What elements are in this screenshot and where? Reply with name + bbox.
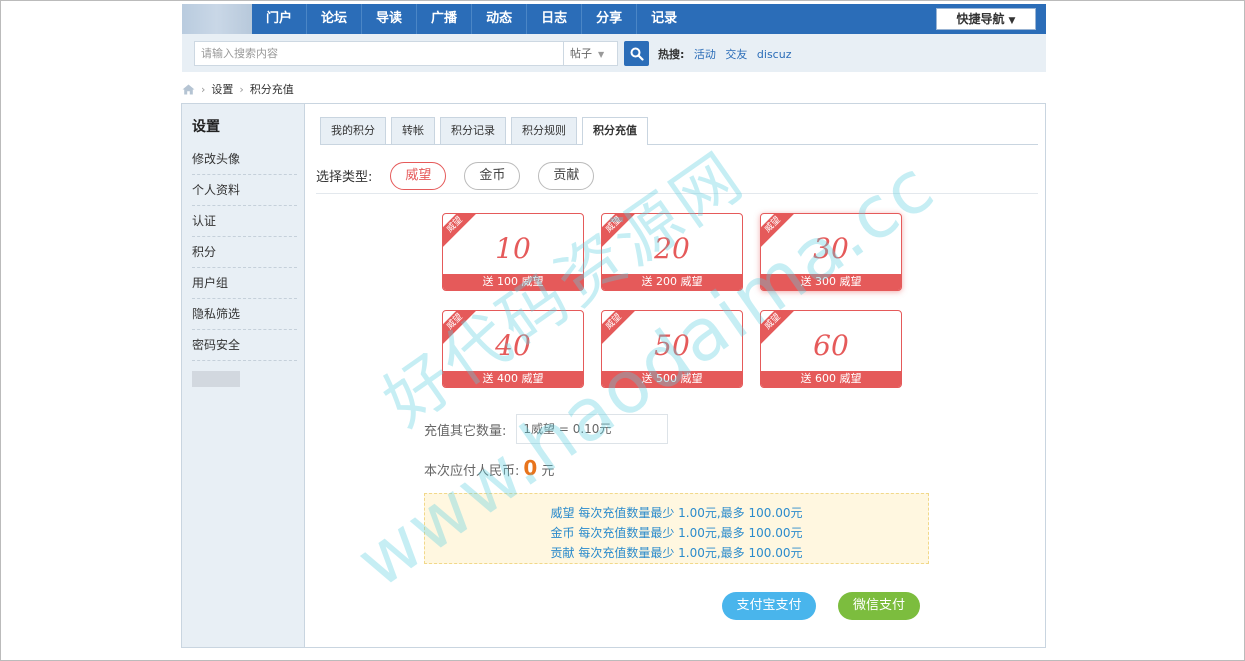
recharge-card[interactable]: 威望 30 送 300 威望	[760, 213, 902, 291]
sidebar-item-avatar[interactable]: 修改头像	[192, 144, 297, 175]
type-selector: 选择类型: 威望 金币 贡献	[316, 158, 1038, 194]
quick-nav-label: 快捷导航	[956, 12, 1005, 26]
card-bonus: 送 600 威望	[761, 371, 901, 387]
sidebar-item-usergroup[interactable]: 用户组	[192, 268, 297, 299]
hot-keyword[interactable]: 活动	[694, 48, 716, 61]
sidebar-item-blurred[interactable]	[192, 371, 240, 387]
sidebar-title: 设置	[192, 119, 220, 135]
breadcrumb-item-recharge: 积分充值	[249, 83, 294, 96]
type-label: 选择类型:	[316, 170, 373, 185]
recharge-card[interactable]: 威望 60 送 600 威望	[760, 310, 902, 388]
nav-item-feed[interactable]: 动态	[472, 4, 528, 34]
home-icon[interactable]	[182, 84, 195, 95]
card-amount: 10	[495, 232, 531, 265]
limit-notice: 威望 每次充值数量最少 1.00元,最多 100.00元 金币 每次充值数量最少…	[424, 493, 929, 564]
card-bonus: 送 200 威望	[602, 274, 742, 290]
recharge-card[interactable]: 威望 20 送 200 威望	[601, 213, 743, 291]
nav-item-broadcast[interactable]: 广播	[417, 4, 473, 34]
breadcrumb-item-settings[interactable]: 设置	[211, 81, 233, 97]
notice-line: 贡献 每次充值数量最少 1.00元,最多 100.00元	[550, 546, 803, 560]
tab-recharge[interactable]: 积分充值	[582, 117, 648, 145]
card-bonus: 送 500 威望	[602, 371, 742, 387]
quick-nav-button[interactable]: 快捷导航 ▼	[936, 8, 1036, 30]
hot-keyword[interactable]: 交友	[725, 48, 747, 61]
nav-item-forum[interactable]: 论坛	[307, 4, 363, 34]
notice-line: 威望 每次充值数量最少 1.00元,最多 100.00元	[550, 506, 803, 520]
card-amount: 20	[654, 232, 690, 265]
sidebar-item-password[interactable]: 密码安全	[192, 330, 297, 361]
payable-label: 本次应付人民币:	[424, 464, 520, 479]
payable-row: 本次应付人民币: 0 元	[424, 456, 554, 480]
main-panel: 设置 修改头像 个人资料 认证 积分 用户组 隐私筛选 密码安全 我的积分 转帐…	[181, 103, 1046, 648]
card-bonus: 送 300 威望	[761, 274, 901, 290]
caret-down-icon: ▼	[1008, 16, 1016, 26]
card-bonus: 送 100 威望	[443, 274, 583, 290]
sidebar-item-credits[interactable]: 积分	[192, 237, 297, 268]
recharge-card[interactable]: 威望 10 送 100 威望	[442, 213, 584, 291]
sidebar-item-privacy[interactable]: 隐私筛选	[192, 299, 297, 330]
tab-credit-rules[interactable]: 积分规则	[511, 117, 577, 144]
nav-item-record[interactable]: 记录	[637, 4, 691, 34]
nav-menu: 门户 论坛 导读 广播 动态 日志 分享 记录	[252, 4, 691, 34]
caret-down-icon: ▼	[598, 50, 605, 59]
notice-line: 金币 每次充值数量最少 1.00元,最多 100.00元	[550, 526, 803, 540]
nav-item-share[interactable]: 分享	[582, 4, 638, 34]
tab-my-credits[interactable]: 我的积分	[320, 117, 386, 144]
tab-bar: 我的积分 转帐 积分记录 积分规则 积分充值	[320, 117, 1038, 145]
recharge-card[interactable]: 威望 40 送 400 威望	[442, 310, 584, 388]
settings-sidebar: 设置 修改头像 个人资料 认证 积分 用户组 隐私筛选 密码安全	[182, 104, 305, 647]
tab-credit-log[interactable]: 积分记录	[440, 117, 506, 144]
nav-item-portal[interactable]: 门户	[252, 4, 308, 34]
card-amount: 60	[813, 329, 849, 362]
search-type-select[interactable]: 帖子 ▼	[564, 41, 618, 66]
sidebar-item-profile[interactable]: 个人资料	[192, 175, 297, 206]
card-amount: 50	[654, 329, 690, 362]
hot-search: 热搜: 活动 交友 discuz	[658, 46, 791, 62]
chevron-right-icon: ›	[201, 82, 206, 96]
type-option-prestige[interactable]: 威望	[390, 161, 447, 190]
sidebar-item-verify[interactable]: 认证	[192, 206, 297, 237]
search-button[interactable]	[624, 41, 649, 66]
nav-item-blog[interactable]: 日志	[527, 4, 583, 34]
payable-amount: 0	[523, 456, 538, 480]
search-icon	[630, 47, 644, 61]
chevron-right-icon: ›	[239, 82, 244, 96]
other-amount-row: 充值其它数量: 1威望 = 0.10元	[424, 414, 669, 444]
recharge-card[interactable]: 威望 50 送 500 威望	[601, 310, 743, 388]
search-input[interactable]: 请输入搜索内容	[194, 41, 564, 66]
hot-search-label: 热搜:	[658, 48, 685, 61]
top-nav: 门户 论坛 导读 广播 动态 日志 分享 记录 快捷导航 ▼	[182, 4, 1046, 34]
card-amount: 30	[813, 232, 849, 265]
nav-item-guide[interactable]: 导读	[362, 4, 418, 34]
content-area: 我的积分 转帐 积分记录 积分规则 积分充值 选择类型: 威望 金币 贡献 威望…	[306, 104, 1045, 647]
tab-transfer[interactable]: 转帐	[391, 117, 435, 144]
type-option-gold[interactable]: 金币	[464, 161, 521, 190]
card-amount: 40	[495, 329, 531, 362]
card-bonus: 送 400 威望	[443, 371, 583, 387]
other-amount-label: 充值其它数量:	[424, 423, 507, 439]
search-type-label: 帖子	[570, 47, 592, 60]
search-bar: 请输入搜索内容 帖子 ▼ 热搜: 活动 交友 discuz	[182, 34, 1046, 72]
site-logo[interactable]	[182, 4, 252, 34]
breadcrumb: › 设置 › 积分充值	[182, 80, 294, 98]
payable-unit: 元	[541, 464, 555, 479]
hot-keyword[interactable]: discuz	[757, 48, 792, 61]
other-amount-input[interactable]: 1威望 = 0.10元	[516, 414, 669, 444]
type-option-contribution[interactable]: 贡献	[538, 161, 595, 190]
wechat-pay-button[interactable]: 微信支付	[838, 592, 920, 620]
alipay-button[interactable]: 支付宝支付	[722, 592, 816, 620]
